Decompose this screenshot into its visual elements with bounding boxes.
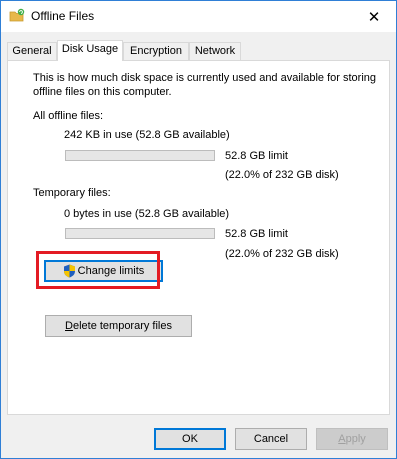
temporary-files-limit: 52.8 GB limit [225, 228, 288, 240]
disk-usage-panel: This is how much disk space is currently… [7, 60, 390, 415]
all-offline-files-usage: 242 KB in use (52.8 GB available) [64, 129, 230, 141]
all-offline-files-limit: 52.8 GB limit [225, 150, 288, 162]
highlight-box [36, 251, 160, 289]
window-title: Offline Files [31, 9, 95, 23]
apply-label: Apply [338, 433, 366, 445]
tab-general[interactable]: General [7, 42, 57, 60]
temporary-files-usage: 0 bytes in use (52.8 GB available) [64, 208, 230, 220]
description-line-1: This is how much disk space is currently… [33, 72, 376, 84]
close-icon: ✕ [367, 8, 381, 26]
temporary-files-usage-bar [65, 228, 215, 239]
offline-files-dialog: Offline Files ✕ General Disk Usage Encry… [0, 0, 397, 459]
temporary-files-percent: (22.0% of 232 GB disk) [225, 248, 339, 260]
title-bar: Offline Files ✕ [1, 1, 396, 32]
close-button[interactable]: ✕ [352, 1, 396, 32]
all-offline-files-heading: All offline files: [33, 110, 104, 122]
all-offline-files-percent: (22.0% of 232 GB disk) [225, 169, 339, 181]
delete-temporary-files-button[interactable]: Delete temporary files [45, 315, 192, 337]
folder-sync-icon [9, 8, 25, 22]
description-line-2: offline files on this computer. [33, 86, 172, 98]
delete-temporary-files-label: Delete temporary files [65, 320, 172, 332]
tab-encryption[interactable]: Encryption [123, 42, 189, 60]
all-offline-files-usage-bar [65, 150, 215, 161]
tab-network[interactable]: Network [189, 42, 241, 60]
tab-disk-usage[interactable]: Disk Usage [57, 40, 123, 61]
temporary-files-heading: Temporary files: [33, 187, 111, 199]
cancel-button[interactable]: Cancel [235, 428, 307, 450]
ok-button[interactable]: OK [154, 428, 226, 450]
apply-button[interactable]: Apply [316, 428, 388, 450]
